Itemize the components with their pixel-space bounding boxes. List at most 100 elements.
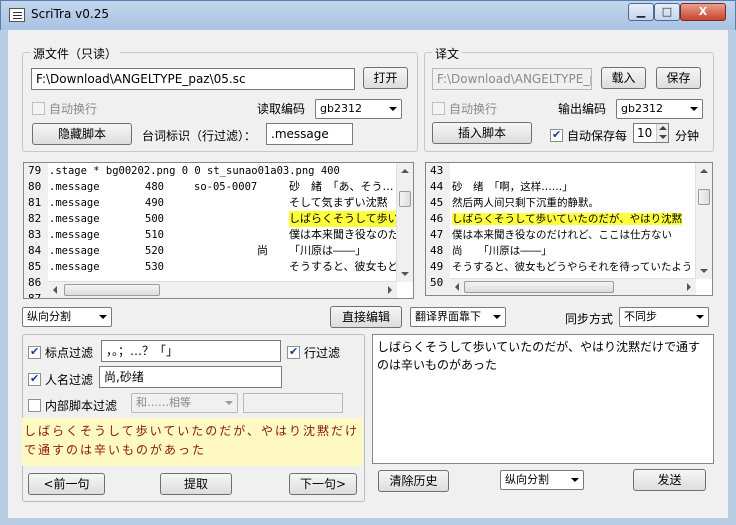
scroll-left-icon[interactable] bbox=[53, 286, 57, 294]
target-lines: 砂 绪 「啊，这样……」 然后两人间只剩下沉重的静默。 しばらくそうして歩いてい… bbox=[452, 163, 690, 275]
scroll-left-icon[interactable] bbox=[455, 283, 459, 291]
script-text: 「川原は――」 bbox=[289, 244, 366, 257]
scroll-thumb[interactable] bbox=[698, 189, 710, 205]
send-text-area[interactable]: しばらくそうして歩いていたのだが、やはり沈黙だけで通すのは辛いものがあった bbox=[372, 334, 714, 464]
hide-script-button[interactable]: 隐藏脚本 bbox=[32, 123, 132, 145]
checkbox-box bbox=[432, 102, 445, 115]
window-frame bbox=[0, 518, 736, 525]
clear-history-button[interactable]: 清除历史 bbox=[378, 470, 449, 492]
direct-edit-button[interactable]: 直接编辑 bbox=[330, 306, 402, 328]
autosave-checkbox[interactable]: 自动保存每 bbox=[550, 127, 627, 144]
checkbox-label: 内部脚本过滤 bbox=[45, 399, 118, 413]
previous-line-button[interactable]: <前一句 bbox=[28, 473, 105, 495]
scroll-up-icon[interactable] bbox=[700, 169, 708, 173]
target-vertical-scrollbar[interactable] bbox=[695, 163, 712, 279]
scroll-right-icon[interactable] bbox=[388, 286, 392, 294]
checkbox-box bbox=[32, 102, 45, 115]
line-number: 82 bbox=[28, 212, 42, 225]
target-horizontal-scrollbar[interactable] bbox=[450, 278, 696, 295]
punct-filter-field[interactable]: ，。；…？「」 bbox=[101, 340, 281, 362]
source-group-label: 源文件（只读） bbox=[30, 45, 121, 62]
script-text: しばらくそうして歩いて bbox=[289, 211, 399, 227]
list-item[interactable]: 砂 绪 「啊，这样……」 bbox=[452, 179, 690, 195]
script-command: .stage * bg00202.png 0 0 st_sunao01a03.p… bbox=[49, 165, 340, 177]
scroll-thumb[interactable] bbox=[399, 191, 411, 207]
source-lines: .stage * bg00202.png 0 0 st_sunao01a03.p… bbox=[49, 163, 399, 275]
line-number: 50 bbox=[430, 276, 444, 289]
open-button[interactable]: 打开 bbox=[363, 67, 408, 89]
translated-text: しばらくそうして歩いていたのだが、やはり沈黙 bbox=[452, 213, 683, 225]
read-encoding-label: 读取编码 bbox=[257, 102, 306, 116]
minimize-button[interactable]: ▁ bbox=[628, 3, 654, 21]
checkbox-label: 自动换行 bbox=[49, 102, 98, 116]
save-button[interactable]: 保存 bbox=[656, 67, 701, 89]
scroll-down-icon[interactable] bbox=[401, 272, 409, 276]
sync-mode-value: 不同步 bbox=[624, 310, 657, 323]
split-mode-select[interactable]: 纵向分割 bbox=[22, 307, 112, 327]
list-item[interactable]: .stage * bg00202.png 0 0 st_sunao01a03.p… bbox=[49, 163, 397, 179]
list-item[interactable]: .message 490 そして気まずい沈黙 bbox=[49, 195, 397, 211]
list-item-selected[interactable]: .message 500 しばらくそうして歩いて bbox=[49, 211, 399, 227]
script-text: そうすると、彼女もど bbox=[289, 260, 399, 273]
line-number: 84 bbox=[28, 244, 42, 257]
line-number: 81 bbox=[28, 196, 42, 209]
list-item[interactable]: 尚 「川原は――」 bbox=[452, 243, 690, 259]
scroll-down-icon[interactable] bbox=[700, 269, 708, 273]
list-item[interactable]: .message 480 so-05-0007 砂 緒 「あ、そう… bbox=[49, 179, 397, 195]
maximize-button[interactable]: □ bbox=[654, 3, 680, 21]
spinner-arrows-icon[interactable] bbox=[656, 124, 668, 142]
target-script-list[interactable]: 43 44 45 46 47 48 49 50 砂 绪 「啊，这样……」 然后两… bbox=[425, 162, 713, 296]
scroll-right-icon[interactable] bbox=[687, 283, 691, 291]
read-encoding-select[interactable]: gb2312 bbox=[315, 99, 402, 119]
script-text: 僕は本来聞き役なのだ bbox=[289, 228, 399, 241]
name-filter-field[interactable]: 尚,砂绪 bbox=[99, 366, 282, 388]
script-index: 510 bbox=[145, 229, 164, 241]
script-command: .message bbox=[49, 197, 100, 209]
inner-script-filter-checkbox[interactable]: 内部脚本过滤 bbox=[28, 397, 117, 414]
source-path-field[interactable]: F:\Download\ANGELTYPE_paz\05.sc bbox=[31, 68, 355, 90]
insert-script-button[interactable]: 插入脚本 bbox=[432, 122, 532, 144]
target-auto-wrap-checkbox[interactable]: 自动换行 bbox=[432, 100, 497, 117]
output-encoding-select[interactable]: gb2312 bbox=[616, 99, 703, 119]
sync-mode-select[interactable]: 不同步 bbox=[619, 307, 709, 327]
list-item[interactable]: 僕は本来聞き役なのだけれど、ここは仕方ない bbox=[452, 227, 690, 243]
punct-filter-checkbox[interactable]: 标点过滤 bbox=[28, 344, 93, 361]
source-vertical-scrollbar[interactable] bbox=[396, 163, 413, 282]
close-button[interactable]: X bbox=[680, 3, 726, 21]
list-item[interactable] bbox=[452, 163, 690, 179]
list-item[interactable]: .message 530 そうすると、彼女もど bbox=[49, 259, 399, 275]
translate-layout-value: 翻译界面靠下 bbox=[415, 310, 481, 323]
inner-script-filter-field[interactable] bbox=[243, 393, 343, 413]
list-item[interactable]: そうすると、彼女もどうやらそれを待っていたよう bbox=[452, 259, 690, 275]
scroll-thumb[interactable] bbox=[464, 281, 614, 293]
script-index: 490 bbox=[145, 197, 164, 209]
scroll-thumb[interactable] bbox=[64, 284, 160, 296]
line-id-field[interactable]: .message bbox=[266, 123, 353, 145]
script-index: 480 bbox=[145, 181, 164, 193]
script-command: .message bbox=[49, 181, 100, 193]
autosave-minutes-spinner[interactable]: 10 bbox=[633, 123, 669, 143]
line-number-gutter: 79 80 81 82 83 84 85 86 87 bbox=[24, 163, 48, 298]
script-command: .message bbox=[49, 229, 100, 241]
send-split-mode-select[interactable]: 纵向分割 bbox=[500, 470, 584, 490]
next-line-button[interactable]: 下一句> bbox=[289, 473, 357, 495]
script-text: 砂 緒 「あ、そう… bbox=[289, 180, 394, 193]
load-button[interactable]: 载入 bbox=[601, 67, 646, 89]
list-item[interactable]: .message 510 僕は本来聞き役なのだ bbox=[49, 227, 399, 243]
line-filter-checkbox[interactable]: 行过滤 bbox=[287, 344, 340, 361]
inner-script-filter-select[interactable]: 和……相等 bbox=[131, 393, 238, 413]
target-path-field[interactable]: F:\Download\ANGELTYPE_p bbox=[432, 68, 592, 90]
name-filter-checkbox[interactable]: 人名过滤 bbox=[28, 371, 93, 388]
source-auto-wrap-checkbox[interactable]: 自动换行 bbox=[32, 100, 97, 117]
source-script-list[interactable]: 79 80 81 82 83 84 85 86 87 .stage * bg00… bbox=[23, 162, 414, 299]
extract-button[interactable]: 提取 bbox=[160, 473, 232, 495]
list-item[interactable]: 然后两人间只剩下沉重的静默。 bbox=[452, 195, 690, 211]
scroll-up-icon[interactable] bbox=[401, 169, 409, 173]
checkbox-label: 标点过滤 bbox=[45, 346, 94, 360]
source-horizontal-scrollbar[interactable] bbox=[48, 281, 397, 298]
list-item-selected[interactable]: しばらくそうして歩いていたのだが、やはり沈黙 bbox=[452, 211, 690, 227]
send-button[interactable]: 发送 bbox=[633, 469, 706, 491]
list-item[interactable]: .message 520 尚 「川原は――」 bbox=[49, 243, 397, 259]
translate-layout-select[interactable]: 翻译界面靠下 bbox=[410, 307, 506, 327]
title-bar[interactable]: ScriTra v0.25 ▁ □ X bbox=[0, 0, 736, 30]
